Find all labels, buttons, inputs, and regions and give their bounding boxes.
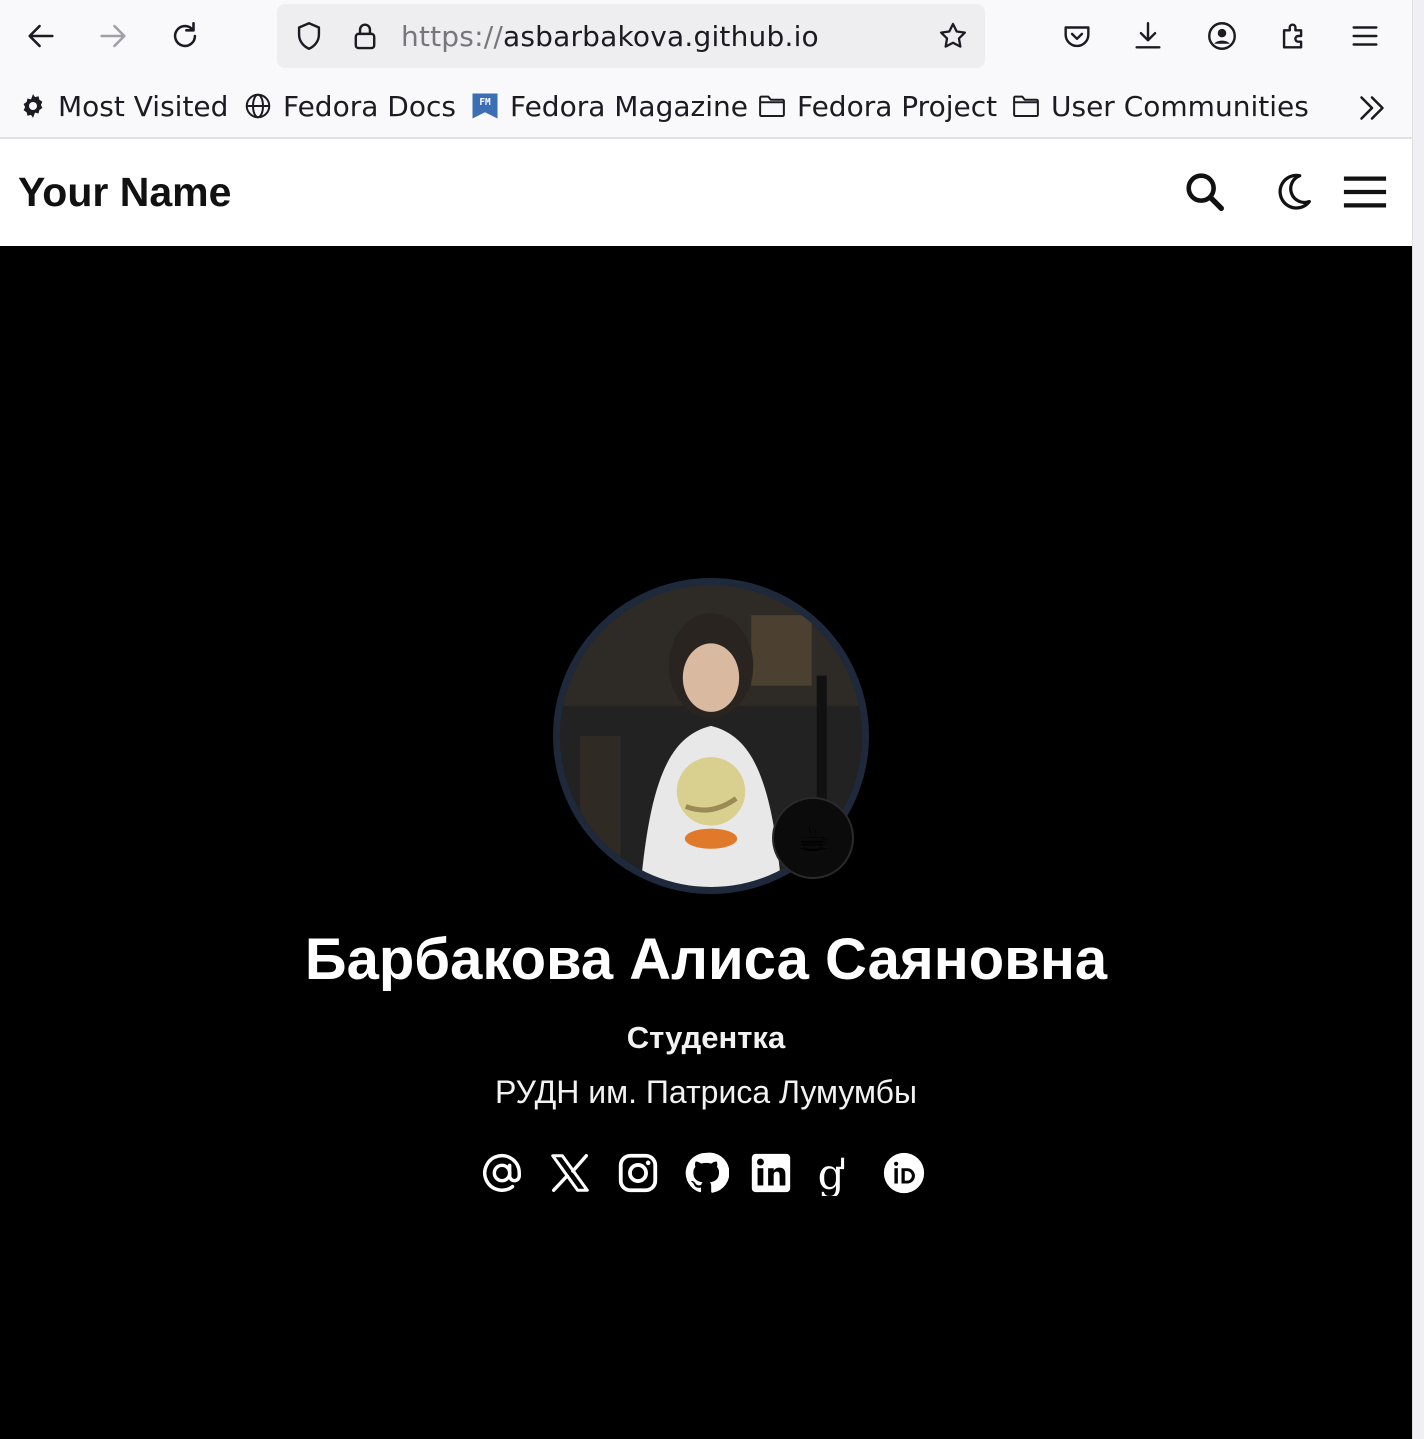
shield-icon[interactable] — [292, 19, 326, 53]
linkedin-icon — [751, 1153, 791, 1193]
bookmark-label: Fedora Project — [797, 89, 998, 123]
pocket-icon — [1064, 26, 1090, 48]
bookmark-label: User Communities — [1051, 89, 1309, 123]
google-scholar-link[interactable]: g — [808, 1148, 858, 1198]
at-sign-icon — [483, 1153, 521, 1192]
arrow-right-icon — [100, 24, 126, 48]
gear-icon — [23, 94, 43, 118]
email-link[interactable] — [477, 1148, 527, 1198]
site-title[interactable]: Your Name — [18, 169, 231, 216]
hero-section: ☕ Барбакова Алиса Саяновна Студентка РУД… — [0, 246, 1412, 1439]
svg-text:FM: FM — [479, 97, 491, 108]
site-navbar: Your Name — [0, 139, 1412, 246]
bookmark-label: Most Visited — [58, 89, 229, 123]
reload-icon — [173, 21, 197, 48]
x-logo-icon — [551, 1154, 589, 1192]
profile-role: Студентка — [626, 1020, 786, 1055]
puzzle-icon — [1282, 23, 1303, 49]
x-twitter-link[interactable] — [545, 1148, 595, 1198]
bookmark-fedora-project[interactable]: Fedora Project — [757, 88, 997, 124]
profile-name: Барбакова Алиса Саяновна — [304, 927, 1108, 992]
lock-icon[interactable] — [348, 19, 382, 53]
hamburger-icon — [1352, 26, 1378, 46]
back-button[interactable] — [13, 8, 69, 64]
downloads-button[interactable] — [1120, 8, 1176, 64]
bookmark-most-visited[interactable]: Most Visited — [18, 88, 228, 124]
globe-icon — [245, 93, 271, 119]
folder-icon — [1013, 95, 1039, 117]
folder-icon — [759, 95, 785, 117]
chevron-double-right-icon[interactable] — [1354, 90, 1390, 126]
bookmarks-toolbar: Most Visited Fedora Docs FM Fedora Magaz… — [0, 74, 1424, 139]
svg-text:g: g — [818, 1150, 845, 1196]
bookmark-label: Fedora Magazine — [510, 89, 748, 123]
instagram-link[interactable] — [613, 1148, 663, 1198]
social-links: g — [0, 1148, 1412, 1200]
linkedin-link[interactable] — [746, 1148, 796, 1198]
orcid-link[interactable] — [879, 1148, 929, 1198]
bookmark-fedora-docs[interactable]: Fedora Docs — [243, 88, 456, 124]
github-icon — [685, 1152, 729, 1193]
url-protocol: https:// — [401, 20, 503, 53]
profile-organization: РУДН им. Патриса Лумумбы — [495, 1074, 917, 1110]
github-link[interactable] — [681, 1148, 731, 1198]
account-icon — [1208, 22, 1236, 50]
bookmark-user-communities[interactable]: User Communities — [1011, 88, 1309, 124]
app-menu-button[interactable] — [1337, 8, 1393, 64]
browser-toolbar: https://asbarbakova.github.io — [0, 0, 1424, 74]
status-badge[interactable]: ☕ — [772, 797, 854, 879]
address-bar[interactable]: https://asbarbakova.github.io — [277, 4, 985, 68]
url-host: asbarbakova.github.io — [502, 20, 819, 53]
fedora-magazine-icon: FM — [472, 93, 498, 119]
search-icon[interactable] — [1182, 169, 1228, 215]
forward-button[interactable] — [85, 8, 141, 64]
url-text[interactable]: https://asbarbakova.github.io — [401, 20, 819, 53]
reload-button[interactable] — [157, 8, 213, 64]
extensions-button[interactable] — [1266, 8, 1322, 64]
account-button[interactable] — [1194, 8, 1250, 64]
star-icon[interactable] — [936, 19, 970, 53]
bookmark-label: Fedora Docs — [283, 89, 456, 123]
instagram-icon — [618, 1153, 658, 1193]
arrow-left-icon — [28, 24, 54, 48]
hamburger-menu-icon[interactable] — [1340, 169, 1390, 215]
orcid-icon — [883, 1152, 925, 1194]
coffee-icon: ☕ — [795, 816, 831, 860]
pocket-button[interactable] — [1049, 8, 1105, 64]
moon-icon[interactable] — [1270, 169, 1316, 215]
scrollbar[interactable] — [1412, 0, 1424, 1439]
download-icon — [1135, 22, 1161, 49]
google-scholar-icon: g — [818, 1150, 845, 1196]
bookmark-fedora-magazine[interactable]: FM Fedora Magazine — [470, 88, 748, 124]
